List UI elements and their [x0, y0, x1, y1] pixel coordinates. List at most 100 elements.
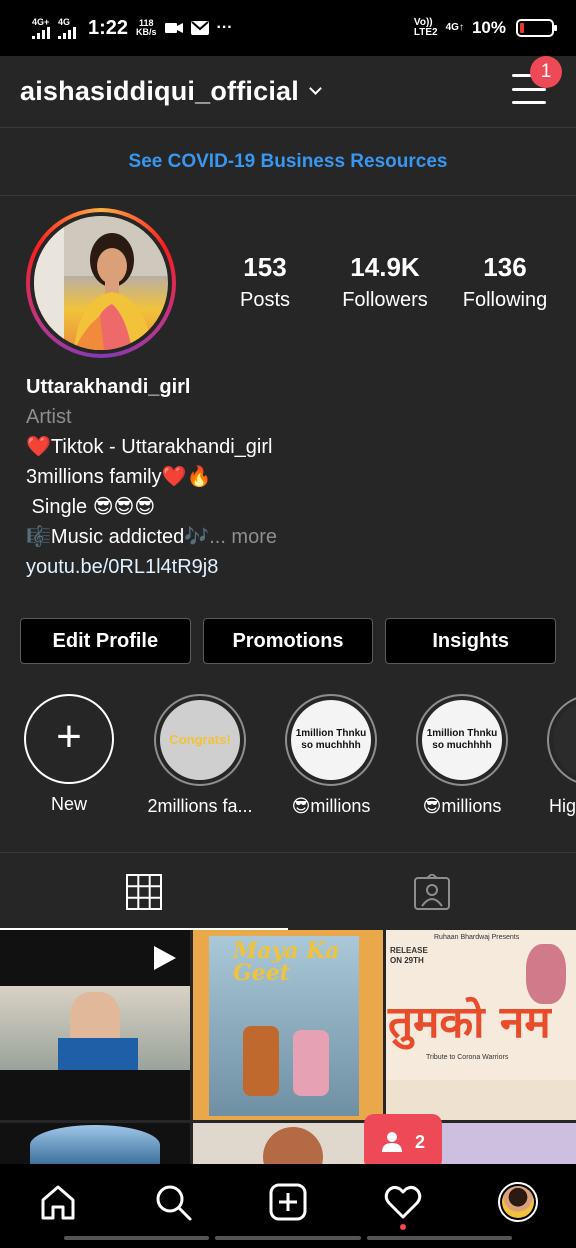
- profile-avatar[interactable]: [26, 208, 176, 358]
- bio-more-link[interactable]: ... more: [209, 526, 277, 548]
- profile-stats: 153 Posts 14.9K Followers 136 Following: [210, 252, 560, 312]
- tab-tagged[interactable]: [288, 853, 576, 930]
- nav-profile[interactable]: [488, 1172, 548, 1232]
- bio-website-link[interactable]: youtu.be/0RL1l4tR9j8: [26, 552, 556, 582]
- network-type: 4G↑: [445, 22, 464, 33]
- notification-count: 2: [414, 1131, 425, 1152]
- profile-avatar-small: [498, 1182, 539, 1222]
- highlight-item[interactable]: 1million Thnku so muchhhh 😎millions: [402, 694, 522, 817]
- highlight-thumb: 1million Thnku so muchhhh: [422, 700, 502, 780]
- mail-icon: [190, 21, 209, 35]
- account-switcher-username[interactable]: aishasiddiqui_official: [20, 76, 299, 107]
- reel-play-icon: [154, 946, 176, 970]
- sim1-type: 4G+: [32, 16, 50, 27]
- person-icon: [381, 1132, 402, 1152]
- grid-icon: [126, 873, 162, 910]
- nav-create[interactable]: [258, 1172, 318, 1232]
- poster-credit: Ruhaan Bhardwaj Presents: [434, 934, 520, 941]
- profile-category: Artist: [26, 406, 72, 428]
- new-highlight-button[interactable]: +: [24, 694, 114, 784]
- status-right: Vo)) LTE2 4G↑ 10%: [414, 18, 557, 38]
- network-speed: 118 KB/s: [136, 19, 157, 37]
- search-icon: [156, 1185, 192, 1221]
- battery-icon: [516, 19, 557, 37]
- lte-label: LTE2: [413, 27, 438, 38]
- poster-tagline: Tribute to Corona Warriors: [426, 1054, 509, 1061]
- profile-actions: Edit Profile Promotions Insights: [20, 618, 557, 664]
- highlight-item[interactable]: 1million Thnku so muchhhh 😎millions: [271, 694, 391, 817]
- battery-level: [520, 23, 524, 33]
- posts-label: Posts: [239, 289, 291, 311]
- plus-icon: +: [56, 712, 82, 761]
- bio-line-last: 🎼Music addicted🎶... more: [26, 522, 556, 552]
- covid-resources-link[interactable]: See COVID-19 Business Resources: [129, 151, 448, 173]
- highlight-label: Hig: [549, 796, 576, 816]
- posts-stat[interactable]: 153 Posts: [210, 252, 320, 312]
- bio-line: ❤️Tiktok - Uttarakhandi_girl: [26, 436, 273, 458]
- tab-grid[interactable]: [0, 853, 288, 930]
- signal-sim2: 4G: [58, 16, 76, 39]
- home-icon: [41, 1185, 75, 1220]
- followers-stat[interactable]: 14.9K Followers: [330, 252, 440, 312]
- signal-bars-icon: [32, 26, 50, 39]
- sim2-type: 4G: [58, 16, 71, 27]
- bio-line: 3millions family❤️🔥: [26, 466, 212, 488]
- menu-notification-badge: 1: [530, 56, 562, 88]
- posts-count: 153: [243, 252, 287, 282]
- followers-label: Followers: [342, 289, 428, 311]
- highlight-new[interactable]: + New: [9, 694, 129, 815]
- promotions-button[interactable]: Promotions: [202, 618, 374, 664]
- profile-display-name: Uttarakhandi_girl: [26, 376, 191, 398]
- highlight-label: New: [50, 794, 87, 814]
- post-thumbnail[interactable]: [0, 1123, 190, 1164]
- post-thumbnail[interactable]: [193, 1123, 383, 1164]
- profile-tabs: [0, 852, 576, 930]
- highlight-thumb: 1million Thnku so muchhhh: [291, 700, 371, 780]
- followers-count: 14.9K: [350, 252, 420, 282]
- post-thumbnail[interactable]: Ruhaan Bhardwaj Presents RELEASE ON 29TH…: [386, 930, 576, 1120]
- following-label: Following: [462, 289, 548, 311]
- nav-home[interactable]: [28, 1172, 88, 1232]
- profile-bio: Uttarakhandi_girl Artist ❤️Tiktok - Utta…: [26, 372, 556, 582]
- highlight-item[interactable]: Congrats! 2millions fa...: [140, 694, 260, 817]
- signal-bars-icon: [58, 26, 76, 39]
- add-post-icon: [269, 1183, 307, 1221]
- following-stat[interactable]: 136 Following: [450, 252, 560, 312]
- profile-photo-art: [34, 216, 168, 350]
- profile-header: aishasiddiqui_official 1: [0, 56, 576, 128]
- following-count: 136: [483, 252, 527, 282]
- posts-grid: Maya Ka Geet Ruhaan Bhardwaj Presents RE…: [0, 930, 576, 1164]
- highlight-label: 😎millions: [291, 796, 371, 816]
- covid-banner: See COVID-19 Business Resources: [0, 128, 576, 196]
- status-left: 4G+ 4G 1:22 118 KB/s ···: [32, 17, 233, 40]
- poster-title: तुमको नम: [388, 997, 551, 1048]
- volte-indicator: Vo)) LTE2: [414, 18, 438, 38]
- nav-activity[interactable]: [373, 1172, 433, 1232]
- clock: 1:22: [88, 16, 129, 39]
- chevron-down-icon[interactable]: [309, 82, 322, 95]
- story-highlights: + New Congrats! 2millions fa... 1million…: [0, 694, 576, 834]
- activity-dot: [400, 1224, 407, 1230]
- edit-profile-button[interactable]: Edit Profile: [20, 618, 191, 664]
- post-thumbnail[interactable]: Maya Ka Geet: [193, 930, 383, 1120]
- highlight-thumb: Congrats!: [160, 700, 240, 780]
- poster-release: RELEASE ON 29TH: [390, 946, 428, 965]
- tagged-user-icon: [414, 873, 450, 910]
- highlight-thumb: [553, 700, 576, 780]
- status-bar: 4G+ 4G 1:22 118 KB/s ··· Vo)) LTE2 4G↑ 1…: [0, 0, 576, 56]
- overflow-indicator: ···: [216, 19, 233, 36]
- nav-search[interactable]: [143, 1172, 203, 1232]
- gesture-bar: [64, 1236, 512, 1240]
- video-icon: [164, 23, 183, 33]
- signal-sim1: 4G+: [32, 16, 50, 39]
- highlight-item[interactable]: Hig: [533, 694, 576, 817]
- poster-title: Maya Ka Geet: [233, 938, 340, 986]
- highlight-label: 2millions fa...: [147, 796, 253, 816]
- insights-button[interactable]: Insights: [385, 618, 557, 664]
- post-thumbnail[interactable]: [0, 930, 190, 1120]
- speed-unit: KB/s: [136, 27, 157, 37]
- bio-line: Single 😎😎😎: [26, 496, 156, 518]
- battery-percent: 10%: [471, 18, 506, 37]
- profile-photo: [34, 216, 168, 350]
- activity-notification-bubble[interactable]: 2: [364, 1114, 442, 1170]
